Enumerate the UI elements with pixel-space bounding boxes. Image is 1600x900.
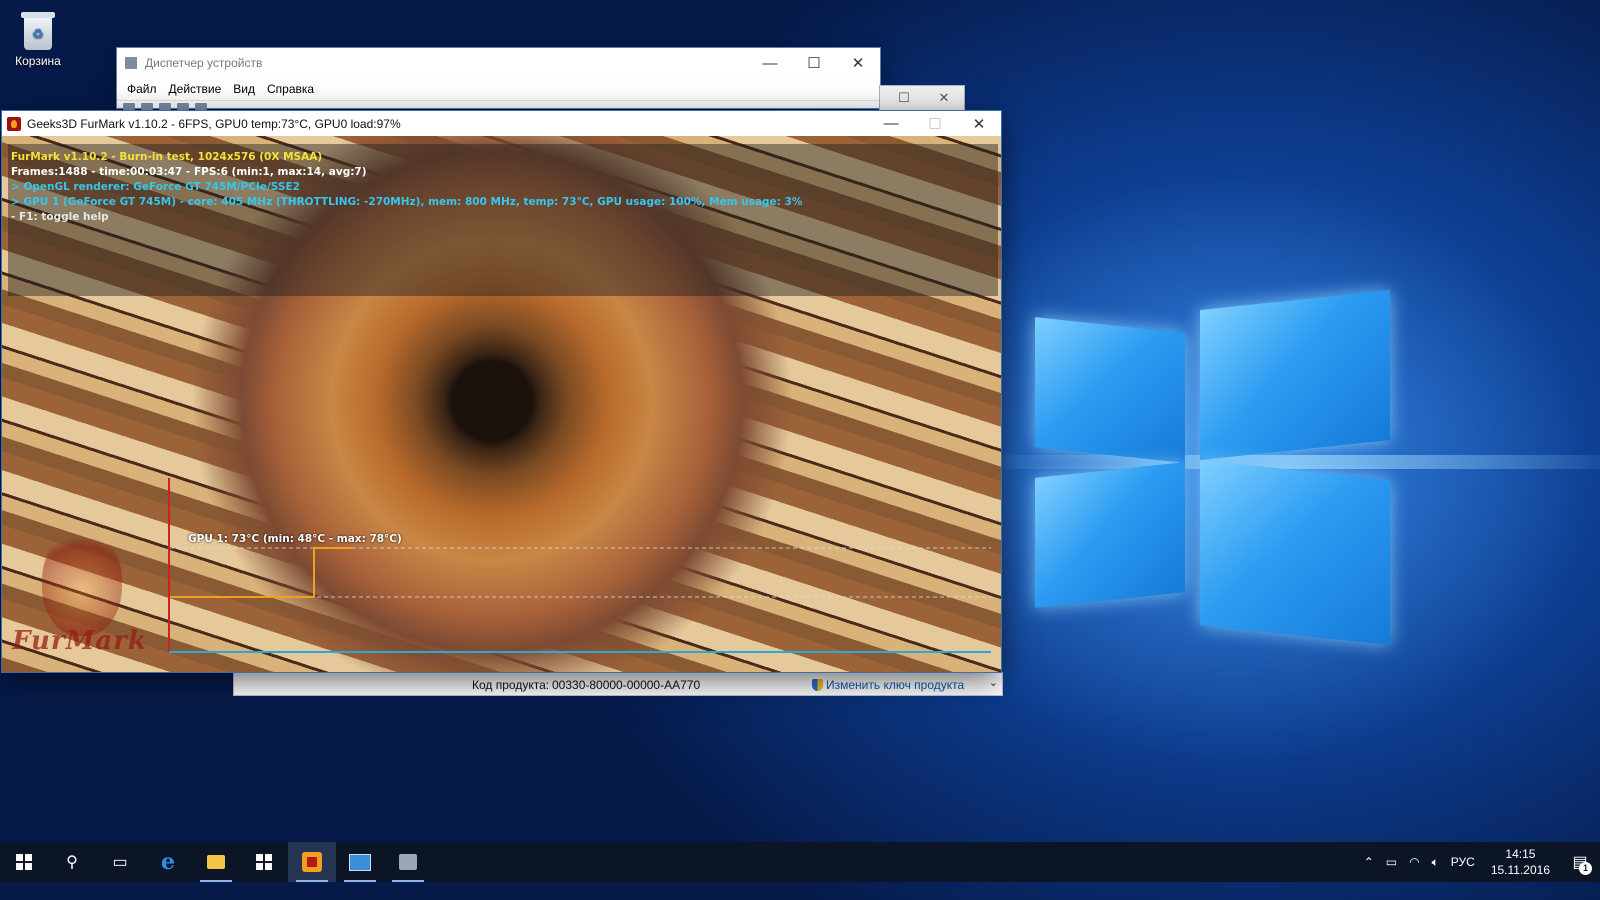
maximize-button[interactable]: ☐	[792, 48, 836, 78]
flame-logo-icon	[42, 526, 122, 636]
back-icon[interactable]	[123, 103, 135, 110]
show-hidden-icons-chevron-up-icon[interactable]: ⌃	[1358, 855, 1380, 869]
furmark-titlebar[interactable]: Geeks3D FurMark v1.10.2 - 6FPS, GPU0 tem…	[2, 111, 1001, 136]
scroll-down-icon[interactable]: ⌄	[989, 676, 998, 689]
device-manager-title: Диспетчер устройств	[145, 56, 263, 70]
battery-icon[interactable]: ▭	[1380, 855, 1403, 869]
minimize-button[interactable]: —	[748, 48, 792, 78]
clock-time: 14:15	[1505, 847, 1536, 861]
change-product-key-label: Изменить ключ продукта	[826, 678, 965, 692]
maximize-button[interactable]: ☐	[884, 86, 924, 110]
product-key-label: Код продукта:	[472, 678, 550, 692]
close-button[interactable]: ✕	[924, 86, 964, 110]
clock[interactable]: 14:15 15.11.2016	[1481, 846, 1560, 878]
volume-icon[interactable]: 🔈︎	[1426, 855, 1445, 870]
taskbar: ⚲ ▭ e ⌃ ▭ ◠ 🔈︎ РУС 14:15 15.11.2016 ▤ 1	[0, 842, 1600, 882]
properties-icon[interactable]	[159, 103, 171, 110]
wifi-icon[interactable]: ◠	[1403, 855, 1425, 869]
hud-line-help: - F1: toggle help	[11, 211, 109, 223]
system-tray: ⌃ ▭ ◠ 🔈︎ РУС 14:15 15.11.2016 ▤ 1	[1358, 842, 1600, 882]
device-manager-app-icon	[125, 57, 137, 69]
desktop-icon-label: Корзина	[15, 54, 61, 68]
edge-icon: e	[161, 849, 175, 875]
forward-icon[interactable]	[141, 103, 153, 110]
start-button[interactable]	[0, 842, 48, 882]
action-center-button[interactable]: ▤ 1	[1560, 842, 1600, 882]
furmark-icon	[302, 852, 322, 872]
menu-file[interactable]: Файл	[121, 82, 163, 96]
taskbar-edge[interactable]: e	[144, 842, 192, 882]
close-button[interactable]: ✕	[957, 111, 1001, 136]
task-view-button[interactable]: ▭	[96, 842, 144, 882]
hud-line-version: FurMark v1.10.2 - Burn-in test, 1024x576…	[11, 151, 323, 163]
product-key-value: 00330-80000-00000-AA770	[552, 678, 701, 692]
maximize-button[interactable]: ☐	[913, 111, 957, 136]
taskbar-system[interactable]	[336, 842, 384, 882]
furmark-app-icon	[7, 116, 21, 131]
device-manager-menubar: Файл Действие Вид Справка	[117, 78, 880, 100]
furmark-logo-text: FurMark	[12, 626, 147, 656]
menu-view[interactable]: Вид	[227, 82, 261, 96]
taskbar-explorer[interactable]	[192, 842, 240, 882]
taskbar-device-manager[interactable]	[384, 842, 432, 882]
taskbar-store[interactable]	[240, 842, 288, 882]
task-view-icon: ▭	[112, 854, 128, 871]
gpu-temperature-label: GPU 1: 73°C (min: 48°C - max: 78°C)	[188, 533, 402, 545]
hud-line-frames: Frames:1488 - time:00:03:47 - FPS:6 (min…	[11, 166, 367, 178]
furmark-title: Geeks3D FurMark v1.10.2 - 6FPS, GPU0 tem…	[27, 116, 401, 131]
desktop-icon-recycle-bin[interactable]: ♻ Корзина	[8, 8, 68, 68]
windows-logo-wallpaper	[1010, 280, 1430, 660]
store-icon	[256, 854, 272, 870]
close-button[interactable]: ✕	[836, 48, 880, 78]
taskbar-furmark[interactable]	[288, 842, 336, 882]
menu-action[interactable]: Действие	[163, 82, 228, 96]
search-button[interactable]: ⚲	[48, 842, 96, 882]
folder-icon	[207, 855, 225, 869]
help-icon[interactable]	[177, 103, 189, 110]
temperature-graph	[168, 478, 991, 653]
minimize-button[interactable]: —	[869, 111, 913, 136]
hud-line-gpu: > GPU 1 (GeForce GT 745M) - core: 405 MH…	[11, 196, 803, 208]
furmark-logo: FurMark	[12, 516, 152, 666]
input-language-indicator[interactable]: РУС	[1445, 855, 1481, 869]
device-manager-icon	[399, 854, 417, 870]
scan-icon[interactable]	[195, 103, 207, 110]
gpu-temperature-trace	[170, 547, 352, 598]
furmark-render-viewport[interactable]: FurMark v1.10.2 - Burn-in test, 1024x576…	[2, 136, 1001, 672]
search-icon: ⚲	[66, 854, 78, 871]
menu-help[interactable]: Справка	[261, 82, 320, 96]
notification-count-badge: 1	[1579, 862, 1592, 875]
furmark-window[interactable]: Geeks3D FurMark v1.10.2 - 6FPS, GPU0 tem…	[2, 111, 1001, 672]
system-properties-window[interactable]: Код продукта: 00330-80000-00000-AA770 Из…	[234, 673, 1002, 695]
system-window-titlebar-fragment[interactable]: ☐ ✕	[880, 86, 964, 110]
windows-logo-icon	[16, 854, 32, 870]
change-product-key-link[interactable]: Изменить ключ продукта	[812, 678, 964, 692]
hud-text: FurMark v1.10.2 - Burn-in test, 1024x576…	[11, 150, 802, 225]
clock-date: 15.11.2016	[1490, 863, 1550, 877]
system-icon	[349, 853, 371, 871]
uac-shield-icon	[812, 679, 823, 691]
device-manager-window[interactable]: Диспетчер устройств — ☐ ✕ Файл Действие …	[117, 48, 880, 110]
recycle-bin-icon: ♻	[21, 8, 55, 50]
device-manager-titlebar[interactable]: Диспетчер устройств — ☐ ✕	[117, 48, 880, 78]
hud-line-renderer: > OpenGL renderer: GeForce GT 745M/PCIe/…	[11, 181, 300, 193]
